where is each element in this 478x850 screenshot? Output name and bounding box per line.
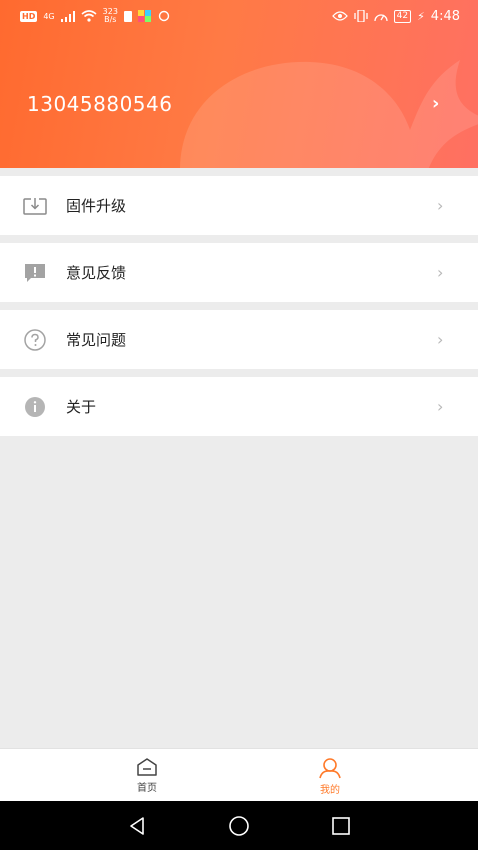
menu-item-faq[interactable]: 常见问题 › [0, 310, 478, 369]
chevron-right-icon: › [437, 263, 444, 282]
hd-badge: HD [20, 10, 38, 22]
chevron-right-icon[interactable]: › [432, 93, 439, 114]
tab-mine-label: 我的 [320, 785, 340, 796]
speedometer-icon [373, 14, 388, 22]
network-label: 4G [43, 11, 55, 21]
clock: 4:48 [430, 8, 460, 24]
chevron-right-icon: › [437, 397, 444, 416]
bottom-tab-bar: 首页 我的 [0, 748, 478, 801]
charging-icon: ⚡ [417, 9, 425, 23]
user-icon [319, 758, 341, 779]
home-icon [137, 758, 157, 776]
info-icon [22, 394, 48, 420]
chevron-right-icon: › [437, 196, 444, 215]
battery-indicator: 42 [393, 9, 412, 23]
app-notification-icon [137, 10, 151, 22]
menu-item-firmware-upgrade[interactable]: 固件升级 › [0, 176, 478, 235]
tab-home-label: 首页 [137, 783, 157, 794]
recents-icon[interactable] [329, 814, 353, 838]
chevron-right-icon: › [437, 330, 444, 349]
profile-header[interactable]: HD 4G 323 B/s 42 ⚡ 4:48 13045880546 › [0, 0, 478, 168]
back-icon[interactable] [125, 814, 149, 838]
sync-icon [158, 10, 170, 22]
network-speed: 323 B/s [102, 7, 118, 24]
user-phone-number: 13045880546 [27, 92, 173, 116]
whale-watermark-icon [180, 60, 478, 168]
wifi-icon [81, 10, 97, 22]
feedback-icon [22, 260, 48, 286]
menu-item-about[interactable]: 关于 › [0, 377, 478, 436]
menu-item-feedback[interactable]: 意见反馈 › [0, 243, 478, 302]
menu-label: 意见反馈 [66, 264, 127, 282]
battery-saver-icon [123, 11, 132, 22]
vibrate-icon [353, 10, 368, 22]
home-circle-icon[interactable] [227, 814, 251, 838]
tab-mine[interactable]: 我的 [300, 757, 360, 796]
status-bar: HD 4G 323 B/s 42 ⚡ 4:48 [0, 0, 478, 32]
signal-icon [60, 10, 75, 22]
tab-home[interactable]: 首页 [117, 757, 177, 794]
eye-icon [331, 11, 348, 21]
system-navigation-bar [0, 801, 478, 850]
menu-label: 固件升级 [66, 197, 127, 215]
download-icon [22, 193, 48, 219]
help-icon [22, 327, 48, 353]
menu-label: 常见问题 [66, 331, 127, 349]
menu-label: 关于 [66, 398, 97, 416]
